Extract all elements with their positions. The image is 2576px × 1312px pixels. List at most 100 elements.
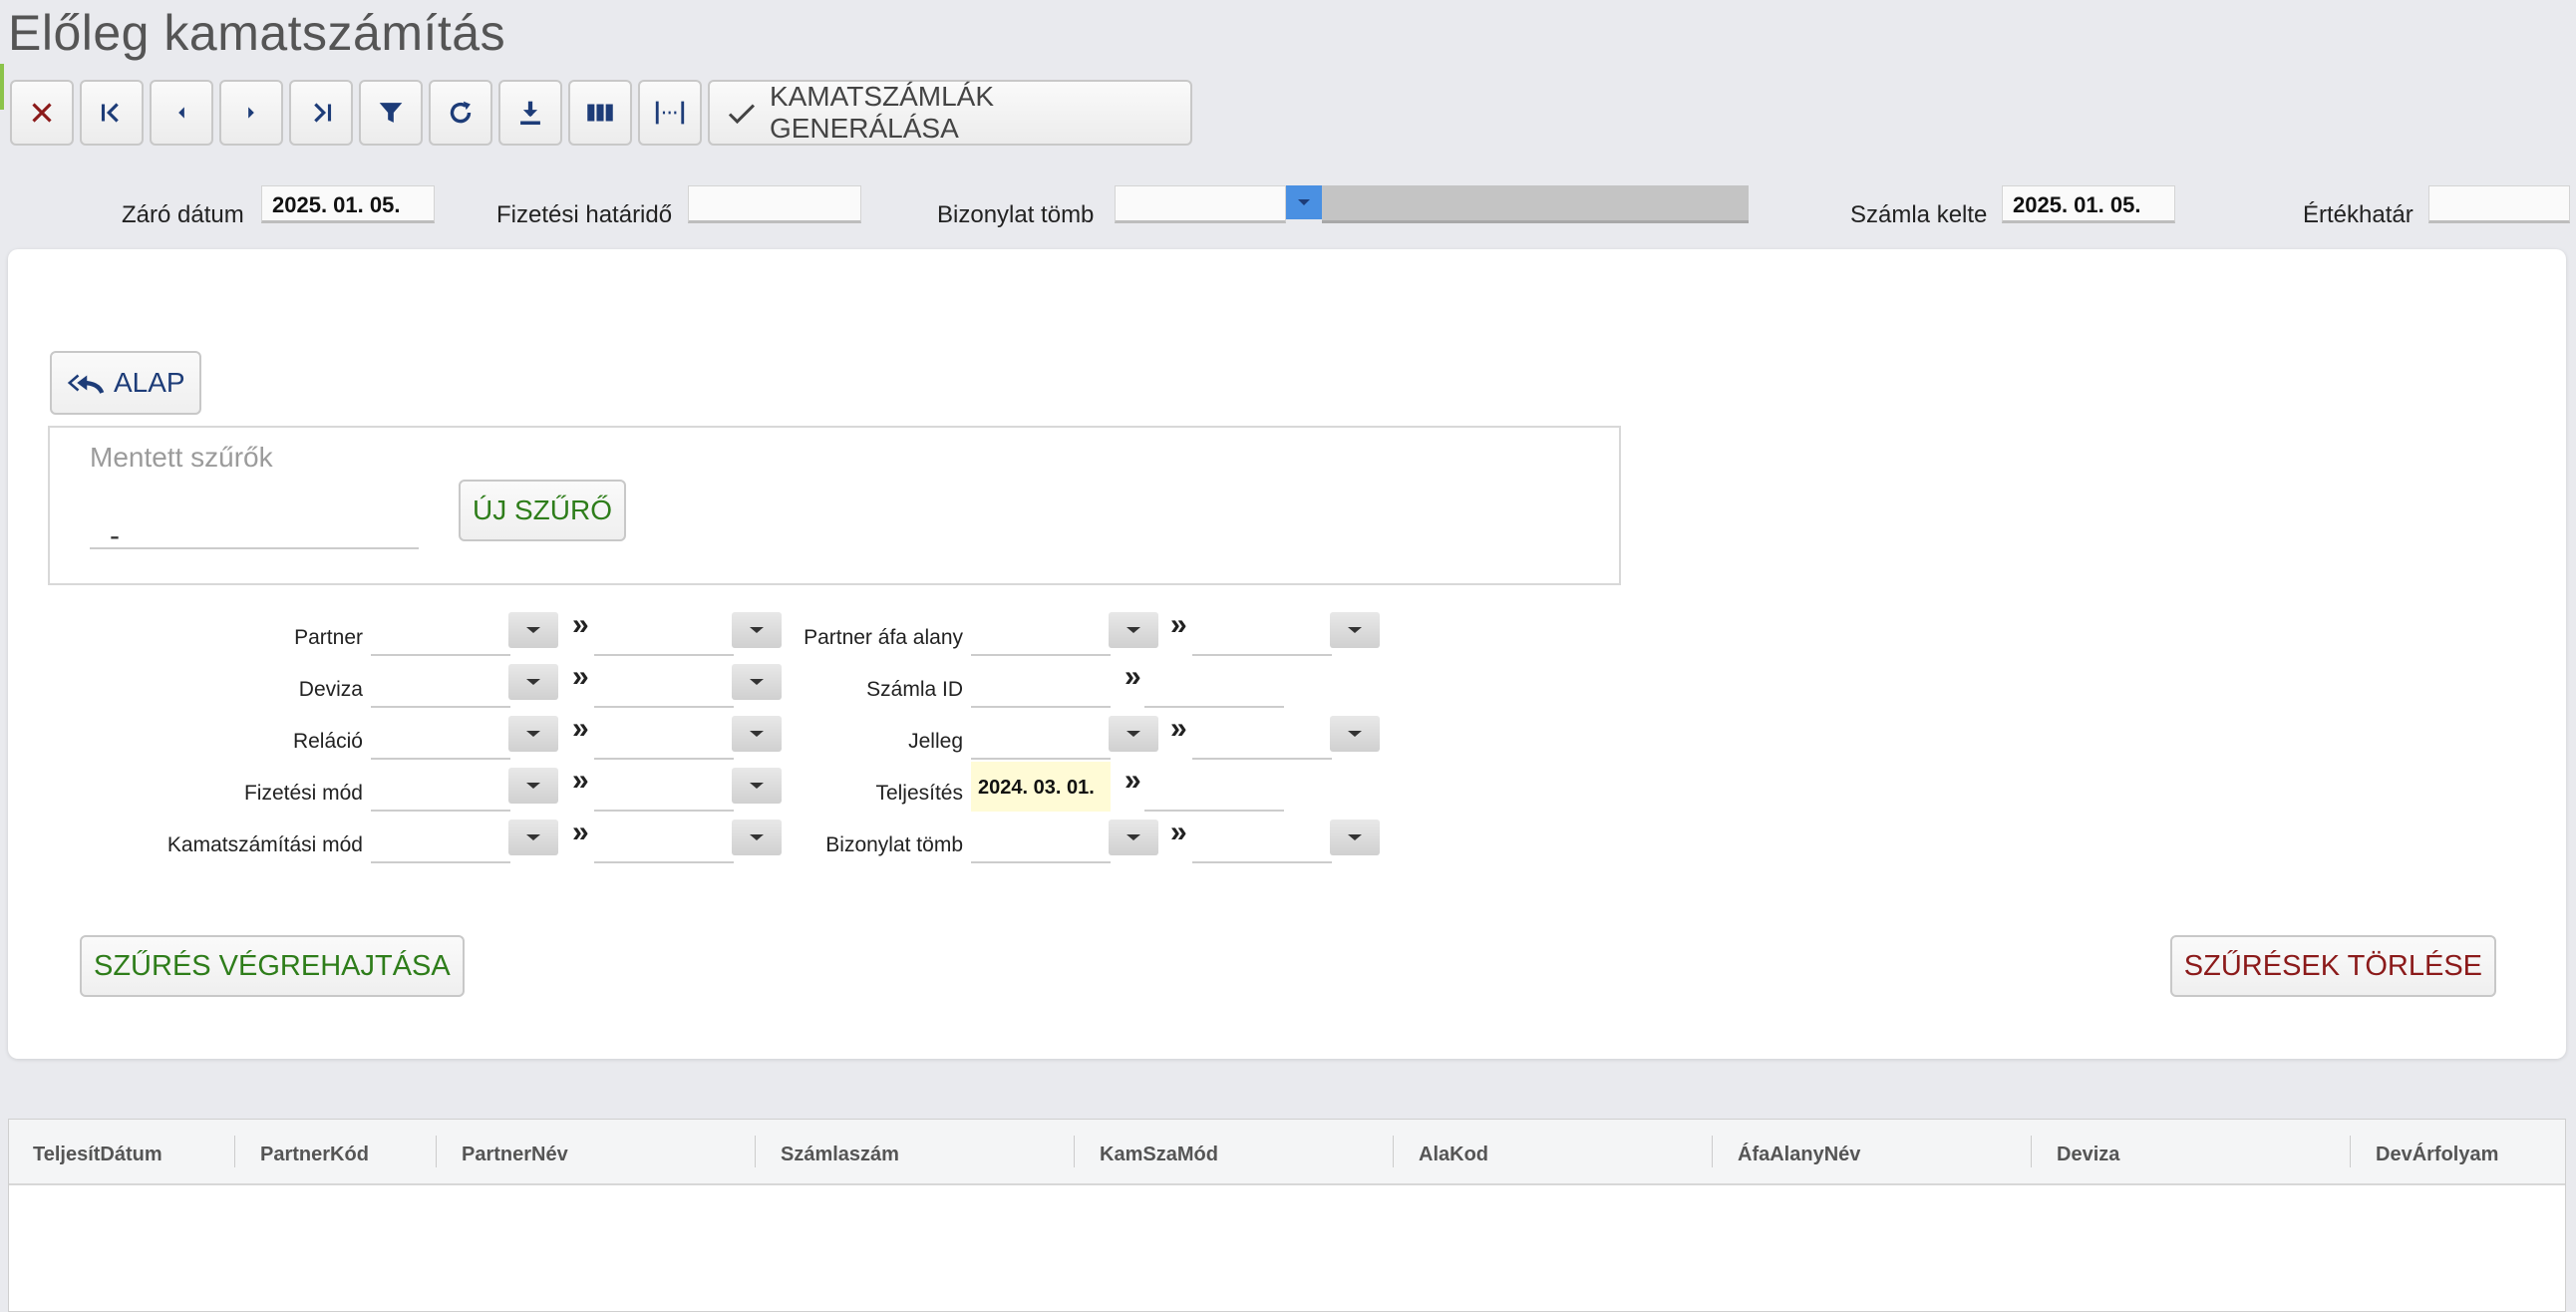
toolbar: KAMATSZÁMLÁK GENERÁLÁSA bbox=[10, 80, 1192, 146]
fit-width-button[interactable] bbox=[638, 80, 702, 146]
fulfilment-to-date[interactable] bbox=[1144, 810, 1284, 812]
prev-button[interactable] bbox=[150, 80, 213, 146]
chevron-down-icon[interactable] bbox=[1286, 185, 1322, 219]
filter-label-fulfilment: Teljesítés bbox=[875, 782, 963, 805]
chevron-down-icon[interactable] bbox=[1330, 716, 1380, 752]
column-divider[interactable] bbox=[234, 1136, 235, 1167]
column-divider[interactable] bbox=[1393, 1136, 1394, 1167]
filter-from-2[interactable] bbox=[371, 716, 560, 760]
grid-column-header[interactable]: PartnerNév bbox=[462, 1144, 568, 1166]
column-divider[interactable] bbox=[755, 1136, 756, 1167]
chevron-down-icon[interactable] bbox=[1109, 716, 1158, 752]
value-limit-input[interactable] bbox=[2428, 185, 2570, 223]
filter-right-from-4[interactable] bbox=[971, 820, 1160, 863]
filter-to-1[interactable] bbox=[594, 664, 784, 708]
refresh-button[interactable] bbox=[429, 80, 492, 146]
chevron-down-icon[interactable] bbox=[508, 716, 558, 752]
grid-column-header[interactable]: ÁfaAlanyNév bbox=[1738, 1144, 1860, 1166]
range-separator: » bbox=[1170, 816, 1187, 848]
filter-right-to-4[interactable] bbox=[1192, 820, 1382, 863]
saved-filters-label: Mentett szűrők bbox=[90, 442, 273, 473]
chevron-down-icon[interactable] bbox=[1109, 612, 1158, 648]
chevron-down-icon[interactable] bbox=[732, 716, 782, 752]
closing-date-input[interactable]: 2025. 01. 05. bbox=[261, 185, 435, 223]
filter-to-2[interactable] bbox=[594, 716, 784, 760]
filter-right-from-2[interactable] bbox=[971, 716, 1160, 760]
grid-column-header[interactable]: PartnerKód bbox=[260, 1144, 369, 1166]
filter-from-0[interactable] bbox=[371, 612, 560, 656]
column-divider[interactable] bbox=[1074, 1136, 1075, 1167]
filter-from-invoice-id[interactable] bbox=[971, 706, 1111, 708]
range-separator: » bbox=[1170, 712, 1187, 745]
new-filter-button[interactable]: ÚJ SZŰRŐ bbox=[459, 480, 626, 541]
grid-column-header[interactable]: Számlaszám bbox=[781, 1144, 899, 1166]
refresh-icon bbox=[450, 101, 472, 124]
grid-column-header[interactable]: DevÁrfolyam bbox=[2376, 1144, 2498, 1166]
grid-column-header[interactable]: KamSzaMód bbox=[1100, 1144, 1218, 1166]
column-divider[interactable] bbox=[1712, 1136, 1713, 1167]
grid-header: TeljesítDátum PartnerKód PartnerNév Számlas… bbox=[9, 1120, 2565, 1185]
chevron-down-icon[interactable] bbox=[1330, 820, 1380, 855]
value-limit-label: Értékhatár bbox=[2303, 201, 2414, 228]
execute-filter-button[interactable]: SZŰRÉS VÉGREHAJTÁSA bbox=[80, 935, 465, 997]
filter-from-1[interactable] bbox=[371, 664, 560, 708]
columns-button[interactable] bbox=[568, 80, 632, 146]
range-separator: » bbox=[1125, 764, 1141, 797]
check-icon bbox=[728, 104, 756, 125]
chevron-down-icon[interactable] bbox=[508, 612, 558, 648]
chevron-down-icon[interactable] bbox=[732, 768, 782, 804]
invoice-date-label: Számla kelte bbox=[1850, 201, 1988, 228]
grid-column-header[interactable]: TeljesítDátum bbox=[33, 1144, 162, 1166]
column-divider[interactable] bbox=[2350, 1136, 2351, 1167]
alap-label: ALAP bbox=[114, 367, 185, 398]
saved-filters-select[interactable]: - bbox=[90, 497, 419, 552]
range-separator: » bbox=[572, 816, 589, 848]
next-button[interactable] bbox=[219, 80, 283, 146]
chevron-down-icon[interactable] bbox=[508, 820, 558, 855]
filter-label-partner: Partner bbox=[294, 626, 363, 649]
fulfilment-from-date[interactable]: 2024. 03. 01. bbox=[971, 762, 1111, 812]
range-separator: » bbox=[1170, 608, 1187, 641]
download-button[interactable] bbox=[498, 80, 562, 146]
last-page-button[interactable] bbox=[289, 80, 353, 146]
filter-to-0[interactable] bbox=[594, 612, 784, 656]
chevron-down-icon[interactable] bbox=[732, 820, 782, 855]
range-separator: » bbox=[572, 660, 589, 693]
chevron-down-icon[interactable] bbox=[508, 768, 558, 804]
column-divider[interactable] bbox=[436, 1136, 437, 1167]
filter-icon bbox=[379, 103, 403, 123]
filter-right-to-0[interactable] bbox=[1192, 612, 1382, 656]
generate-interest-invoices-button[interactable]: KAMATSZÁMLÁK GENERÁLÁSA bbox=[708, 80, 1192, 146]
payment-deadline-label: Fizetési határidő bbox=[496, 201, 673, 228]
doc-block-select[interactable] bbox=[1115, 185, 1749, 223]
clear-filters-button[interactable]: SZŰRÉSEK TÖRLÉSE bbox=[2169, 935, 2496, 997]
chevron-down-icon[interactable] bbox=[732, 664, 782, 700]
first-page-button[interactable] bbox=[80, 80, 144, 146]
chevron-down-icon[interactable] bbox=[1109, 820, 1158, 855]
filter-label-interest-mode: Kamatszámítási mód bbox=[166, 833, 363, 856]
filter-to-4[interactable] bbox=[594, 820, 784, 863]
filter-to-invoice-id[interactable] bbox=[1144, 706, 1284, 708]
grid-column-header[interactable]: AlaKod bbox=[1419, 1144, 1488, 1166]
range-separator: » bbox=[572, 764, 589, 797]
filter-button[interactable] bbox=[359, 80, 423, 146]
filter-from-4[interactable] bbox=[371, 820, 560, 863]
invoice-date-input[interactable]: 2025. 01. 05. bbox=[2002, 185, 2175, 223]
next-icon bbox=[248, 107, 254, 119]
payment-deadline-input[interactable] bbox=[688, 185, 861, 223]
close-button[interactable] bbox=[10, 80, 74, 146]
download-icon bbox=[520, 101, 540, 126]
doc-block-label: Bizonylat tömb bbox=[937, 201, 1095, 228]
chevron-down-icon[interactable] bbox=[508, 664, 558, 700]
column-divider[interactable] bbox=[2031, 1136, 2032, 1167]
filter-right-from-0[interactable] bbox=[971, 612, 1160, 656]
chevron-down-icon[interactable] bbox=[1330, 612, 1380, 648]
range-separator: » bbox=[572, 608, 589, 641]
filter-from-3[interactable] bbox=[371, 768, 560, 812]
alap-button[interactable]: ALAP bbox=[50, 351, 201, 415]
saved-filters-box: Mentett szűrők - ÚJ SZŰRŐ bbox=[48, 426, 1621, 585]
filter-right-to-2[interactable] bbox=[1192, 716, 1382, 760]
filter-to-3[interactable] bbox=[594, 768, 784, 812]
chevron-down-icon[interactable] bbox=[732, 612, 782, 648]
grid-column-header[interactable]: Deviza bbox=[2057, 1144, 2119, 1166]
